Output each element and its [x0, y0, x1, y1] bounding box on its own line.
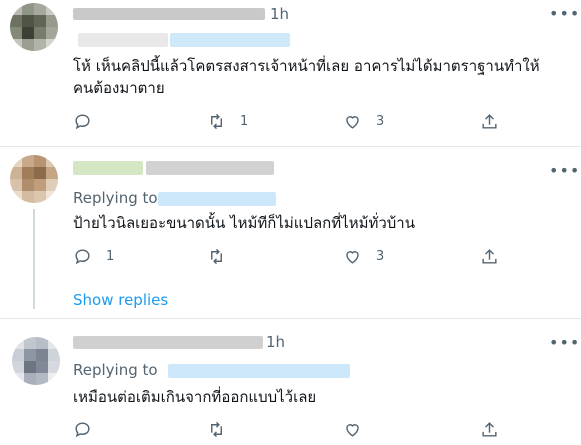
tweet-text: เหมือนต่อเติมเกินจากที่ออกแบบไว้เลย [73, 386, 316, 408]
reply-button[interactable] [73, 112, 106, 131]
avatar[interactable] [12, 337, 60, 385]
redacted-user-name[interactable] [73, 8, 265, 20]
heart-icon [346, 424, 359, 437]
tweet-text-line: คนต้องมาตาย [73, 79, 165, 97]
tweet-text-line: เหมือนต่อเติมเกินจากที่ออกแบบไว้เลย [73, 388, 317, 406]
reply-count: 1 [106, 249, 115, 264]
reply-button[interactable]: 1 [73, 247, 114, 266]
reply-icon [75, 422, 90, 438]
share-icon [482, 422, 497, 437]
heart-icon [346, 251, 359, 264]
tweet-actions [73, 420, 513, 442]
avatar[interactable] [10, 155, 58, 203]
redacted-reply-target[interactable] [158, 192, 276, 206]
tweet-actions: 1 3 [73, 247, 513, 269]
tweet-text-line: โห้ เห็นคลิปนี้แล้วโคตรสงสารเจ้าหน้าที่เ… [73, 57, 540, 75]
heart-icon [346, 116, 359, 129]
reply-icon [75, 114, 90, 130]
more-icon[interactable]: ••• [549, 4, 580, 23]
share-icon [482, 114, 497, 129]
redacted-reply-target [170, 33, 290, 47]
retweet-count: 1 [240, 114, 249, 129]
share-button[interactable] [480, 112, 499, 131]
share-button[interactable] [480, 247, 499, 266]
reply-icon [75, 249, 90, 265]
replying-to-label: Replying to [73, 361, 158, 379]
thread-line [33, 209, 35, 309]
retweet-icon [211, 113, 222, 130]
tweet-text: ป้ายไวนิลเยอะขนาดนั้น ไหม้ทีก็ไม่แปลกที่… [73, 212, 415, 234]
avatar[interactable] [10, 3, 58, 51]
tweet-2[interactable]: ••• Replying to ป้ายไวนิลเยอะขนาดนั้น ไห… [0, 147, 581, 317]
redacted-reply-target [78, 33, 168, 47]
redacted-reply-target[interactable] [168, 364, 350, 378]
tweet-3[interactable]: 1h ••• Replying to เหมือนต่อเติมเกินจากท… [0, 319, 581, 445]
more-icon[interactable]: ••• [549, 161, 580, 180]
retweet-icon [211, 248, 222, 265]
like-button[interactable] [343, 420, 362, 439]
retweet-button[interactable]: 1 [207, 112, 248, 131]
replying-to-label: Replying to [73, 189, 158, 207]
retweet-button[interactable] [207, 420, 226, 439]
redacted-user-name[interactable] [73, 161, 143, 175]
like-count: 3 [376, 114, 385, 129]
tweet-time[interactable]: 1h [266, 333, 285, 351]
show-replies-link[interactable]: Show replies [73, 291, 168, 309]
redacted-user-name[interactable] [73, 336, 263, 349]
retweet-button[interactable] [207, 247, 240, 266]
like-count: 3 [376, 249, 385, 264]
tweet-1[interactable]: 1h ••• โห้ เห็นคลิปนี้แล้วโคตรสงสารเจ้าห… [0, 0, 581, 146]
share-icon [482, 249, 497, 264]
tweet-text-line: ป้ายไวนิลเยอะขนาดนั้น ไหม้ทีก็ไม่แปลกที่… [73, 214, 415, 232]
tweet-time[interactable]: 1h [270, 5, 289, 23]
like-button[interactable]: 3 [343, 112, 384, 131]
tweet-text: โห้ เห็นคลิปนี้แล้วโคตรสงสารเจ้าหน้าที่เ… [73, 55, 540, 99]
share-button[interactable] [480, 420, 499, 439]
reply-button[interactable] [73, 420, 92, 439]
retweet-icon [211, 421, 222, 438]
more-icon[interactable]: ••• [549, 333, 580, 352]
redacted-user-name[interactable] [146, 161, 274, 175]
like-button[interactable]: 3 [343, 247, 384, 266]
tweet-actions: 1 3 [73, 112, 513, 134]
